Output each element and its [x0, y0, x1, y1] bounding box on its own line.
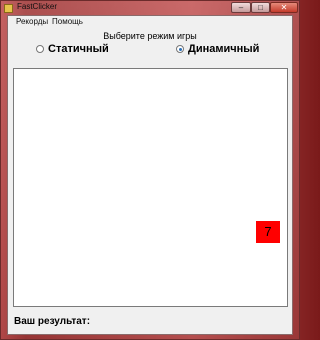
static-mode-label[interactable]: Статичный	[48, 43, 109, 55]
dynamic-mode-label[interactable]: Динамичный	[188, 43, 259, 55]
static-mode-radio[interactable]	[36, 45, 44, 53]
dynamic-mode-radio[interactable]	[176, 45, 184, 53]
window-title: FastClicker	[17, 2, 58, 11]
menu-item-help[interactable]: Помощь	[51, 17, 84, 26]
title-bar[interactable]: FastClicker – □ ✕	[1, 1, 299, 15]
click-target-button[interactable]: 7	[256, 221, 280, 243]
maximize-button[interactable]: □	[251, 2, 270, 13]
menu-item-records[interactable]: Рекорды	[15, 17, 49, 26]
game-mode-title: Выберите режим игры	[103, 31, 197, 41]
close-button[interactable]: ✕	[270, 2, 298, 13]
menu-bar: Рекорды Помощь	[8, 16, 292, 29]
result-label: Ваш результат:	[14, 316, 91, 327]
game-playfield[interactable]: 7	[13, 68, 288, 307]
app-icon	[4, 4, 13, 13]
minimize-button[interactable]: –	[231, 2, 251, 13]
app-window: FastClicker – □ ✕ Рекорды Помощь Выберит…	[0, 0, 300, 340]
client-area: Рекорды Помощь Выберите режим игры Стати…	[7, 15, 293, 335]
